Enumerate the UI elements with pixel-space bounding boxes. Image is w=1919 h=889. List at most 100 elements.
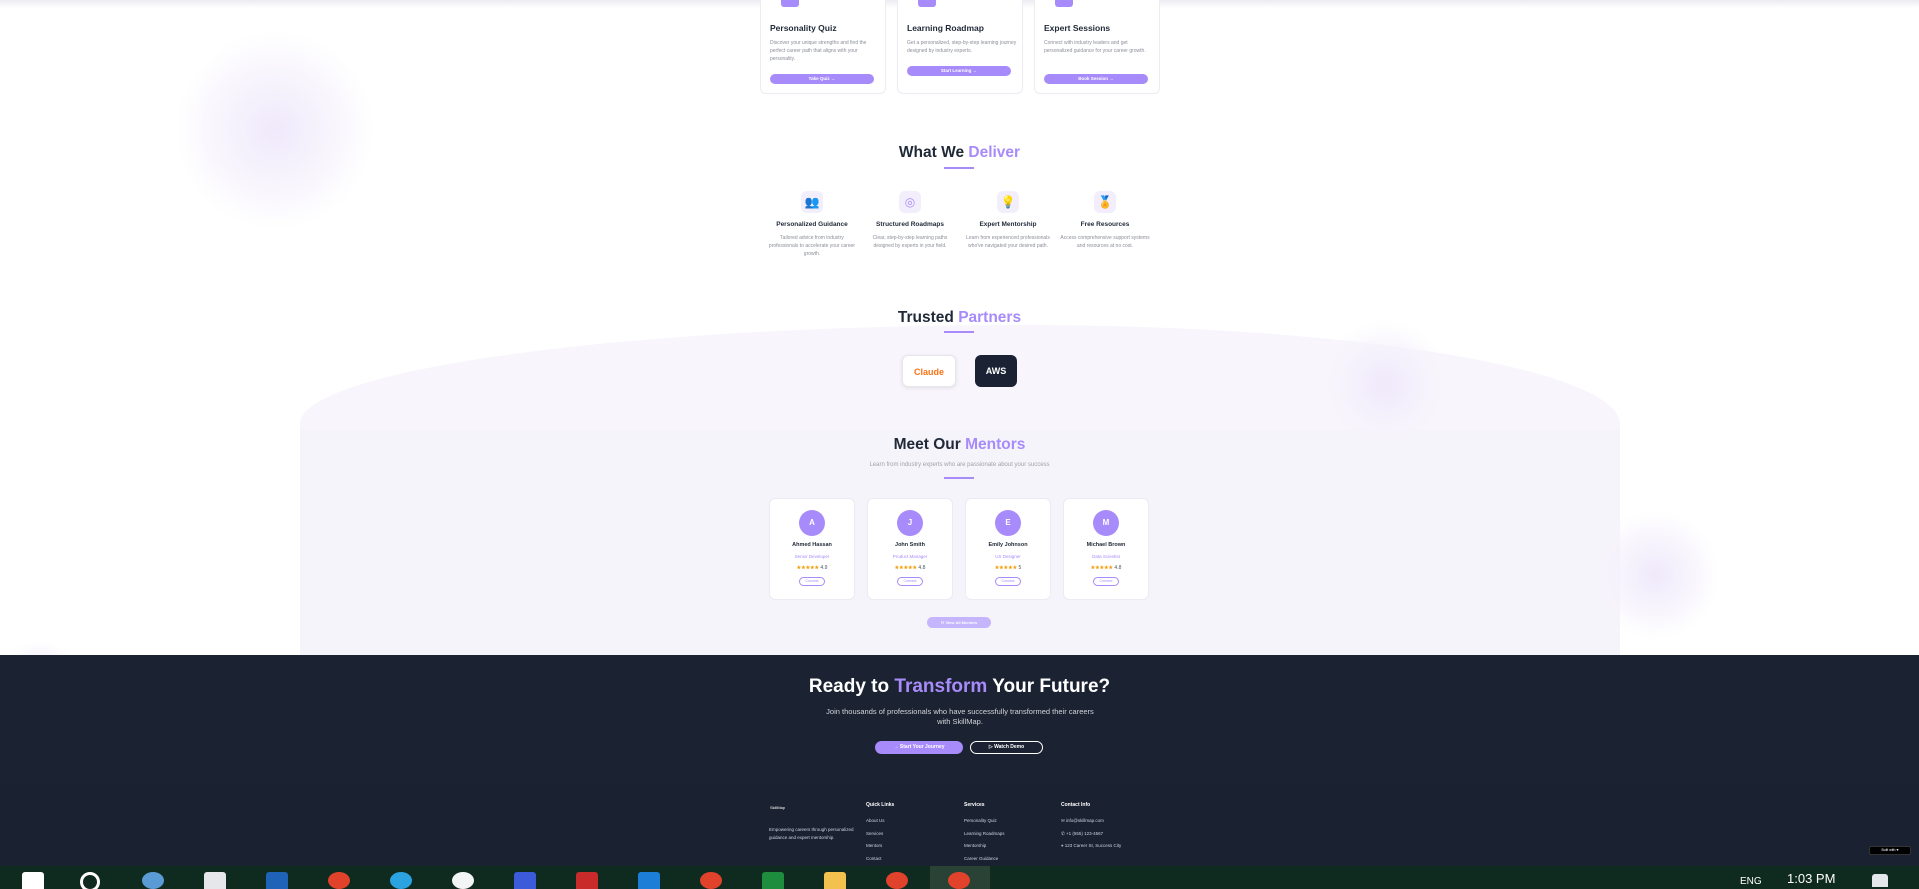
language-indicator[interactable]: ENG bbox=[1740, 876, 1762, 887]
contact-email[interactable]: ✉ info@skillmap.com bbox=[1061, 815, 1121, 828]
deliver-item-mentorship: 💡 Expert Mentorship Learn from experienc… bbox=[963, 191, 1053, 250]
heading-underline bbox=[944, 477, 974, 479]
start-journey-button[interactable]: → Start Your Journey bbox=[875, 741, 963, 754]
chrome-icon[interactable] bbox=[700, 872, 722, 889]
telegram-icon[interactable] bbox=[390, 872, 412, 889]
mentor-role: UX Designer bbox=[995, 554, 1021, 559]
deliver-item-desc: Tailored advice from industry profession… bbox=[768, 235, 856, 257]
app-store-icon[interactable] bbox=[452, 872, 474, 889]
chrome-icon[interactable] bbox=[328, 872, 350, 889]
rating-value: 5 bbox=[1018, 565, 1022, 571]
app-icon[interactable] bbox=[142, 872, 164, 889]
connect-button[interactable]: Connect bbox=[1093, 577, 1119, 586]
partner-aws-logo[interactable]: AWS bbox=[975, 355, 1017, 387]
partners-heading: Trusted Partners bbox=[0, 309, 1919, 327]
take-quiz-button[interactable]: Take Quiz → bbox=[770, 74, 874, 84]
chrome-icon[interactable] bbox=[886, 872, 908, 889]
card-expert-sessions: Expert Sessions Connect with industry le… bbox=[1034, 0, 1160, 94]
vscode-icon[interactable] bbox=[638, 872, 660, 889]
rating-value: 4.8 bbox=[918, 565, 926, 571]
connect-button[interactable]: Connect bbox=[995, 577, 1021, 586]
footer-heading: Services bbox=[964, 802, 985, 808]
decor-blob bbox=[1590, 510, 1720, 640]
star-icons: ★★★★★ bbox=[796, 565, 820, 571]
roadmap-icon bbox=[918, 0, 936, 7]
decor-blob bbox=[1320, 320, 1450, 450]
app-icon-red[interactable] bbox=[576, 872, 598, 889]
footer-link[interactable]: Contact bbox=[866, 853, 894, 866]
mentor-name: Ahmed Hassan bbox=[792, 542, 832, 548]
view-all-mentors-button[interactable]: ⚇ View All Mentors bbox=[927, 617, 991, 628]
footer-heading: Quick Links bbox=[866, 802, 895, 808]
footer-link[interactable]: About Us bbox=[866, 815, 894, 828]
heading-text: What We bbox=[898, 144, 965, 161]
footer-link[interactable]: Mentors bbox=[866, 840, 894, 853]
notification-icon[interactable] bbox=[1872, 874, 1888, 887]
mentors-subtitle: Learn from industry experts who are pass… bbox=[869, 462, 1050, 468]
deliver-item-desc: Learn from experienced professionals who… bbox=[966, 235, 1050, 249]
mentor-card: E Emily Johnson UX Designer ★★★★★ 5 Conn… bbox=[965, 498, 1051, 600]
heading-underline bbox=[944, 331, 974, 333]
connect-button[interactable]: Connect bbox=[897, 577, 923, 586]
avatar: J bbox=[897, 510, 923, 536]
start-learning-button[interactable]: Start Learning → bbox=[907, 66, 1011, 76]
quiz-icon bbox=[781, 0, 799, 7]
avatar: M bbox=[1093, 510, 1119, 536]
terminal-icon[interactable] bbox=[514, 872, 536, 889]
cta-section: Ready to Transform Your Future? Join tho… bbox=[0, 655, 1919, 783]
cta-text: Join thousands of professionals who have… bbox=[826, 707, 1094, 726]
folder-icon[interactable] bbox=[824, 872, 846, 889]
footer-logo[interactable]: SkillMap bbox=[770, 805, 785, 810]
card-description: Discover your unique strengths and find … bbox=[770, 40, 867, 62]
built-with-badge[interactable]: Built with ♥ bbox=[1869, 846, 1911, 855]
footer-link[interactable]: Learning Roadmaps bbox=[964, 828, 1005, 841]
cta-title-text: Your Future? bbox=[992, 676, 1111, 697]
search-icon[interactable] bbox=[80, 872, 100, 889]
rating-value: 4.8 bbox=[1114, 565, 1122, 571]
briefcase-icon[interactable] bbox=[204, 872, 226, 889]
clock[interactable]: 1:03 PM bbox=[1787, 871, 1835, 886]
mentor-card: M Michael Brown Data Scientist ★★★★★ 4.8… bbox=[1063, 498, 1149, 600]
connect-button[interactable]: Connect bbox=[799, 577, 825, 586]
rating-value: 4.9 bbox=[820, 565, 828, 571]
mail-icon[interactable] bbox=[266, 872, 288, 889]
mentor-card: J John Smith Product Manager ★★★★★ 4.8 C… bbox=[867, 498, 953, 600]
star-icons: ★★★★★ bbox=[894, 565, 918, 571]
card-personality-quiz: Personality Quiz Discover your unique st… bbox=[760, 0, 886, 94]
heading-accent: Partners bbox=[958, 309, 1022, 326]
cta-title-text: Ready to bbox=[808, 676, 890, 697]
avatar: A bbox=[799, 510, 825, 536]
cta-title-accent: Transform bbox=[894, 676, 988, 697]
card-description: Get a personalized, step-by-step learnin… bbox=[907, 40, 1017, 54]
mentors-heading: Meet Our Mentors bbox=[0, 436, 1919, 454]
footer-link[interactable]: Career Guidance bbox=[964, 853, 1005, 866]
decor-blob bbox=[175, 30, 375, 230]
book-session-button[interactable]: Book Session → bbox=[1044, 74, 1148, 84]
partner-claude-logo[interactable]: Claude bbox=[902, 355, 956, 387]
heading-text: Meet Our bbox=[893, 436, 961, 453]
excel-icon[interactable] bbox=[762, 872, 784, 889]
taskbar: ENG 1:03 PM bbox=[0, 866, 1919, 889]
chrome-icon-active[interactable] bbox=[948, 872, 970, 889]
lightbulb-icon: 💡 bbox=[997, 191, 1019, 213]
mentor-role: Senior Developer bbox=[794, 554, 830, 559]
deliver-item-guidance: 👥 Personalized Guidance Tailored advice … bbox=[767, 191, 857, 258]
card-title: Personality Quiz bbox=[770, 23, 837, 33]
contact-phone[interactable]: ✆ +1 (555) 123-4567 bbox=[1061, 828, 1121, 841]
footer-contact: Contact Info ✉ info@skillmap.com ✆ +1 (5… bbox=[1061, 802, 1121, 853]
footer-quick-links: Quick Links About Us Services Mentors Co… bbox=[866, 802, 894, 865]
deliver-item-title: Expert Mentorship bbox=[979, 221, 1037, 228]
deliver-item-resources: 🏅 Free Resources Access comprehensive su… bbox=[1060, 191, 1150, 250]
footer-link[interactable]: Services bbox=[866, 828, 894, 841]
footer-heading: Contact Info bbox=[1061, 802, 1091, 808]
watch-demo-button[interactable]: ▷ Watch Demo bbox=[970, 741, 1043, 754]
mentor-role: Product Manager bbox=[892, 554, 928, 559]
deliver-item-title: Structured Roadmaps bbox=[876, 221, 944, 228]
footer-link[interactable]: Personality Quiz bbox=[964, 815, 1005, 828]
start-icon[interactable] bbox=[22, 872, 44, 889]
deliver-item-title: Personalized Guidance bbox=[776, 221, 848, 228]
star-icons: ★★★★★ bbox=[1090, 565, 1114, 571]
footer-link[interactable]: Mentorship bbox=[964, 840, 1005, 853]
users-icon: 👥 bbox=[801, 191, 823, 213]
services-cards: Personality Quiz Discover your unique st… bbox=[760, 0, 1160, 95]
